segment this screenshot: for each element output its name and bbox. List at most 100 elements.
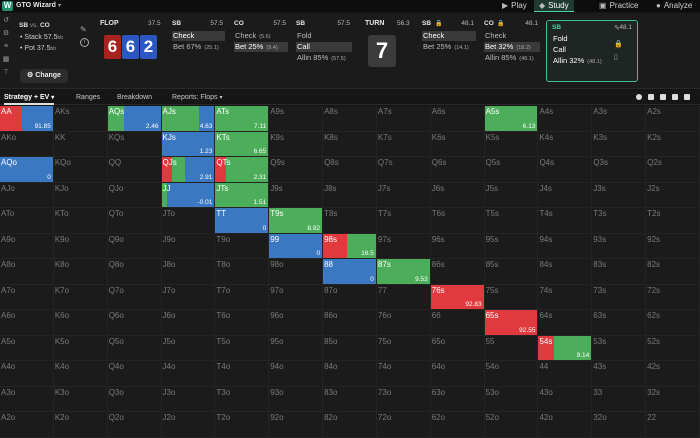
hand-cell-98o[interactable]: 98o: [269, 259, 324, 285]
action-check[interactable]: Check: [172, 31, 225, 41]
hand-cell-84o[interactable]: 84o: [323, 361, 377, 387]
hand-cell-Q5o[interactable]: Q5o: [107, 335, 162, 362]
hand-cell-A8s[interactable]: A8s: [323, 106, 377, 132]
hand-cell-Q9o[interactable]: Q9o: [107, 233, 162, 260]
hand-cell-Q4o[interactable]: Q4o: [107, 361, 162, 387]
hand-cell-T6o[interactable]: T6o: [215, 310, 270, 336]
hand-cell-55[interactable]: 55: [484, 335, 539, 362]
hand-cell-65s[interactable]: 92.55 65s: [484, 310, 539, 336]
hand-cell-K4s[interactable]: K4s: [538, 131, 593, 158]
hand-cell-76o[interactable]: 76o: [376, 310, 431, 336]
action-allin[interactable]: Allin 85% (57.5): [296, 53, 352, 63]
hand-cell-97o[interactable]: 97o: [269, 284, 324, 311]
hand-cell-Q2s[interactable]: Q2s: [646, 157, 700, 183]
hand-cell-Q2o[interactable]: Q2o: [107, 412, 162, 438]
hand-cell-Q8o[interactable]: Q8o: [107, 259, 162, 285]
hand-cell-AA[interactable]: 91.85 AA: [0, 106, 54, 132]
hand-cell-J9s[interactable]: J9s: [269, 182, 324, 209]
hand-cell-96s[interactable]: 96s: [430, 233, 485, 260]
hand-cell-T4o[interactable]: T4o: [215, 361, 270, 387]
brand-name[interactable]: GTO Wizard: [16, 1, 56, 11]
hand-cell-85s[interactable]: 85s: [484, 259, 539, 285]
hand-cell-33[interactable]: 33: [592, 386, 647, 413]
hand-cell-QJo[interactable]: QJo: [107, 182, 162, 209]
hand-cell-K3o[interactable]: K3o: [53, 386, 108, 413]
hand-cell-K6o[interactable]: K6o: [53, 310, 108, 336]
hand-cell-63o[interactable]: 63o: [430, 386, 485, 413]
hand-cell-75o[interactable]: 75o: [376, 335, 431, 362]
hand-cell-42s[interactable]: 42s: [646, 361, 700, 387]
hand-cell-J9o[interactable]: J9o: [161, 233, 216, 260]
action-bet[interactable]: Bet 25% (9.4): [234, 42, 288, 52]
lock-icon[interactable]: 🔒: [614, 40, 623, 48]
gto-wizard-logo[interactable]: W: [2, 1, 13, 11]
hand-cell-J4o[interactable]: J4o: [161, 361, 216, 387]
hand-cell-Q9s[interactable]: Q9s: [269, 157, 324, 183]
flop-card-1[interactable]: 6: [104, 35, 121, 59]
view-mode-icon[interactable]: [684, 94, 690, 100]
hand-cell-A8o[interactable]: A8o: [0, 259, 54, 285]
flop-card-2[interactable]: 6: [122, 35, 139, 59]
hand-cell-J3o[interactable]: J3o: [161, 386, 216, 413]
chevron-down-icon[interactable]: ▾: [58, 1, 61, 11]
hand-cell-93o[interactable]: 93o: [269, 386, 324, 413]
tab-breakdown[interactable]: Breakdown: [117, 90, 152, 105]
hand-cell-QQ[interactable]: QQ: [107, 157, 162, 183]
action-call[interactable]: Call: [296, 42, 352, 52]
hand-cell-Q6o[interactable]: Q6o: [107, 310, 162, 336]
hand-cell-42o[interactable]: 42o: [538, 412, 593, 438]
hand-cell-J4s[interactable]: J4s: [538, 182, 593, 209]
hand-cell-J7s[interactable]: J7s: [376, 182, 431, 209]
hand-cell-A7o[interactable]: A7o: [0, 284, 54, 311]
hand-cell-82o[interactable]: 82o: [323, 412, 377, 438]
hand-cell-JTs[interactable]: 1.51 JTs: [215, 182, 270, 209]
hand-cell-72o[interactable]: 72o: [376, 412, 431, 438]
hand-cell-95o[interactable]: 95o: [269, 335, 324, 362]
hand-cell-K2o[interactable]: K2o: [53, 412, 108, 438]
action-check[interactable]: Check: [484, 31, 540, 41]
hand-cell-Q6s[interactable]: Q6s: [430, 157, 485, 183]
hand-cell-53o[interactable]: 53o: [484, 386, 539, 413]
hand-cell-T9o[interactable]: T9o: [215, 233, 270, 260]
hand-cell-T8o[interactable]: T8o: [215, 259, 270, 285]
hand-cell-J8s[interactable]: J8s: [323, 182, 377, 209]
hand-cell-QJs[interactable]: 2.91 QJs: [161, 157, 216, 183]
hand-cell-32s[interactable]: 32s: [646, 386, 700, 413]
hand-cell-JTo[interactable]: JTo: [161, 208, 216, 234]
hand-cell-T2o[interactable]: T2o: [215, 412, 270, 438]
hand-cell-KQo[interactable]: KQo: [53, 157, 108, 183]
hand-cell-J5s[interactable]: J5s: [484, 182, 539, 209]
hand-cell-KJs[interactable]: 1.23 KJs: [161, 131, 216, 158]
hand-cell-96o[interactable]: 96o: [269, 310, 324, 336]
hand-cell-T9s[interactable]: 8.92 T9s: [269, 208, 324, 234]
hand-cell-AQo[interactable]: 0 AQo: [0, 157, 54, 183]
hand-cell-87o[interactable]: 87o: [323, 284, 377, 311]
hand-cell-AQs[interactable]: 2.46 AQs: [107, 106, 162, 132]
action-check[interactable]: Check (5.6): [234, 31, 288, 41]
hand-cell-AKo[interactable]: AKo: [0, 131, 54, 158]
hand-cell-43o[interactable]: 43o: [538, 386, 593, 413]
turn-card[interactable]: 7: [368, 35, 396, 67]
hand-cell-Q8s[interactable]: Q8s: [323, 157, 377, 183]
hand-cell-Q7s[interactable]: Q7s: [376, 157, 431, 183]
hand-cell-Q7o[interactable]: Q7o: [107, 284, 162, 311]
hand-cell-KQs[interactable]: KQs: [107, 131, 162, 158]
flop-card-3[interactable]: 2: [140, 35, 157, 59]
grid-icon[interactable]: ▦: [1, 55, 11, 65]
hand-cell-87s[interactable]: 9.53 87s: [376, 259, 431, 285]
hand-cell-99[interactable]: 0 99: [269, 233, 324, 260]
hand-cell-T7o[interactable]: T7o: [215, 284, 270, 311]
action-fold[interactable]: Fold: [296, 31, 352, 41]
info-icon[interactable]: i: [80, 38, 89, 47]
hand-cell-K6s[interactable]: K6s: [430, 131, 485, 158]
hand-cell-83o[interactable]: 83o: [323, 386, 377, 413]
active-action-column[interactable]: SB 48.1 Fold Call Allin 32% (48.1): [546, 20, 638, 82]
hand-cell-K2s[interactable]: K2s: [646, 131, 700, 158]
hand-cell-62o[interactable]: 62o: [430, 412, 485, 438]
hand-cell-K7o[interactable]: K7o: [53, 284, 108, 311]
hand-cell-T6s[interactable]: T6s: [430, 208, 485, 234]
hand-cell-A2o[interactable]: A2o: [0, 412, 54, 438]
hand-cell-86o[interactable]: 86o: [323, 310, 377, 336]
hand-cell-53s[interactable]: 53s: [592, 335, 647, 362]
hand-cell-J5o[interactable]: J5o: [161, 335, 216, 362]
